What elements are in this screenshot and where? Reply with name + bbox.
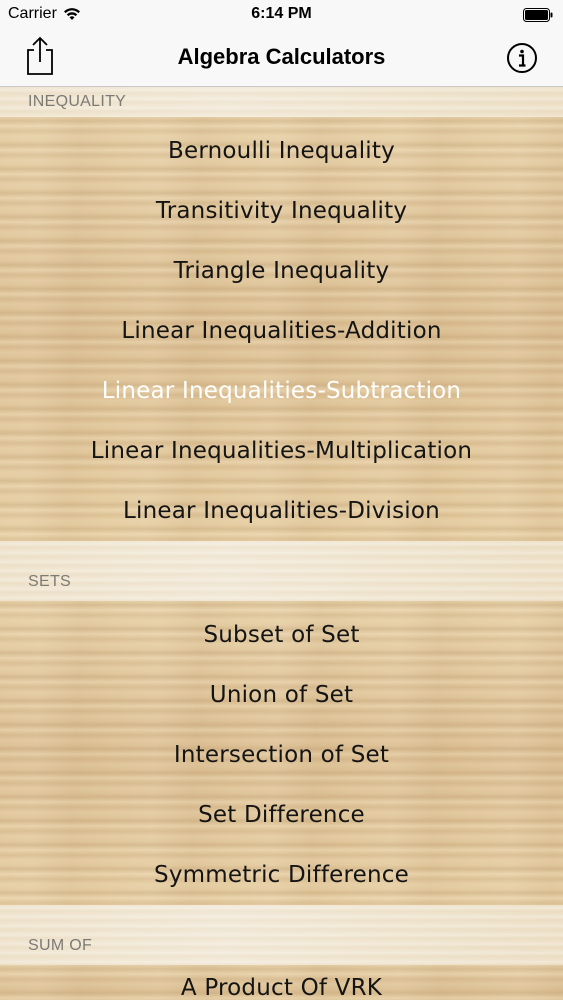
section-inequality: Bernoulli Inequality Transitivity Inequa…: [0, 117, 563, 541]
list-item-label: Linear Inequalities-Subtraction: [101, 378, 462, 404]
section-sum-of: A Product Of VRK: [0, 965, 563, 1000]
section-header-label: SUM OF: [28, 937, 93, 954]
calculator-list[interactable]: INEQUALITY Bernoulli Inequality Transiti…: [0, 87, 563, 1000]
list-item-product-of-vrk[interactable]: A Product Of VRK: [0, 965, 563, 1000]
list-item-linear-inequalities-subtraction[interactable]: Linear Inequalities-Subtraction: [0, 361, 563, 421]
status-bar: Carrier 6:14 PM: [0, 0, 563, 30]
page-title: Algebra Calculators: [177, 44, 386, 69]
list-item-linear-inequalities-addition[interactable]: Linear Inequalities-Addition: [0, 301, 563, 361]
list-item-label: Bernoulli Inequality: [168, 138, 395, 164]
list-item-label: Union of Set: [209, 682, 354, 708]
list-item-symmetric-difference[interactable]: Symmetric Difference: [0, 845, 563, 905]
list-item-label: Transitivity Inequality: [155, 198, 408, 224]
list-item-linear-inequalities-multiplication[interactable]: Linear Inequalities-Multiplication: [0, 421, 563, 481]
section-header-label: SETS: [28, 573, 71, 590]
list-item-label: Linear Inequalities-Division: [123, 498, 440, 524]
list-item-intersection-of-set[interactable]: Intersection of Set: [0, 725, 563, 785]
list-item-label: Triangle Inequality: [173, 258, 390, 284]
section-header-sum-of: SUM OF: [0, 905, 563, 965]
section-header-label: INEQUALITY: [28, 93, 127, 110]
section-header-inequality: INEQUALITY: [0, 87, 563, 117]
list-item-union-of-set[interactable]: Union of Set: [0, 665, 563, 725]
list-item-linear-inequalities-division[interactable]: Linear Inequalities-Division: [0, 481, 563, 541]
list-item-label: A Product Of VRK: [180, 975, 383, 1000]
list-item-set-difference[interactable]: Set Difference: [0, 785, 563, 845]
list-item-label: Linear Inequalities-Addition: [121, 318, 442, 344]
section-sets: Subset of Set Union of Set Intersection …: [0, 601, 563, 905]
list-item-label: Subset of Set: [203, 622, 360, 648]
section-header-sets: SETS: [0, 541, 563, 601]
list-item-triangle-inequality[interactable]: Triangle Inequality: [0, 241, 563, 301]
info-icon[interactable]: [506, 42, 538, 74]
list-item-subset-of-set[interactable]: Subset of Set: [0, 605, 563, 665]
navigation-bar: Algebra Calculators: [0, 30, 563, 87]
list-item-bernoulli-inequality[interactable]: Bernoulli Inequality: [0, 121, 563, 181]
status-time: 6:14 PM: [251, 5, 312, 22]
list-item-label: Symmetric Difference: [154, 862, 409, 888]
list-item-transitivity-inequality[interactable]: Transitivity Inequality: [0, 181, 563, 241]
battery-icon: [523, 8, 553, 22]
list-item-label: Intersection of Set: [173, 742, 390, 768]
list-item-label: Set Difference: [198, 802, 365, 828]
list-item-label: Linear Inequalities-Multiplication: [90, 438, 473, 464]
